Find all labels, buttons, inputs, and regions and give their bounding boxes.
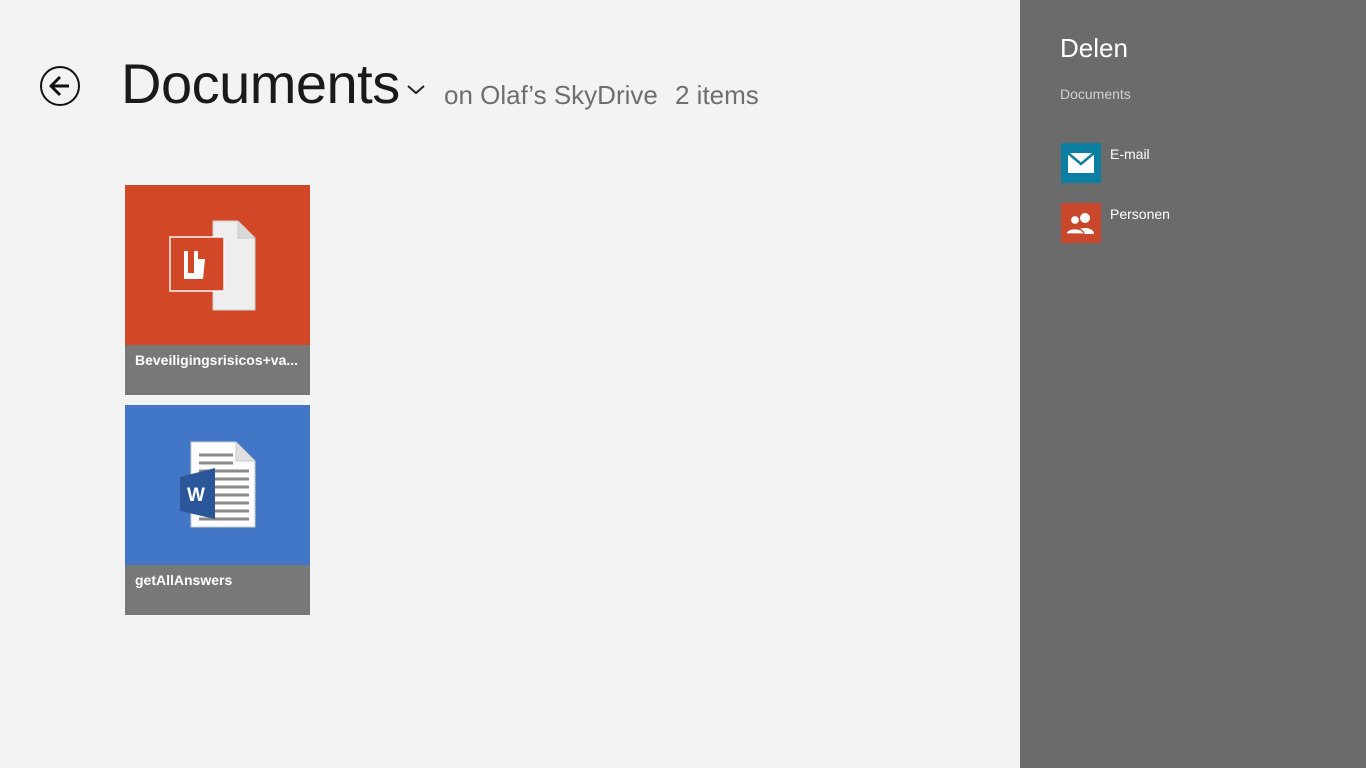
share-people-label: Personen	[1110, 206, 1170, 222]
tile-caption: Beveiligingsrisicos+va...	[125, 345, 310, 395]
word-file-icon: W	[180, 441, 256, 528]
file-tile[interactable]: Beveiligingsrisicos+va...	[125, 185, 310, 395]
location-label: on Olaf’s SkyDrive	[444, 80, 658, 110]
file-name: Beveiligingsrisicos+va...	[135, 352, 299, 368]
file-tile[interactable]: W getAllAnswers	[125, 405, 310, 615]
share-email-button[interactable]: E-mail	[1060, 143, 1340, 185]
chevron-down-icon	[407, 85, 425, 95]
main-area: Documents on Olaf’s SkyDrive 2 items Bev…	[0, 0, 1020, 768]
file-name: getAllAnswers	[135, 572, 233, 588]
back-arrow-icon	[49, 75, 69, 97]
tile-thumbnail: W	[125, 405, 310, 565]
share-people-button[interactable]: Personen	[1060, 203, 1340, 245]
share-pane-subtitle: Documents	[1060, 86, 1131, 102]
item-count: 2 items	[675, 80, 759, 110]
share-pane-title: Delen	[1060, 33, 1128, 63]
share-pane: Delen Documents E-mail Personen	[1020, 0, 1366, 768]
svg-text:W: W	[187, 485, 205, 506]
mail-icon	[1061, 143, 1101, 183]
pdf-file-icon	[169, 220, 256, 311]
page-title: Documents	[121, 52, 400, 115]
tile-caption: getAllAnswers	[125, 565, 310, 615]
title-dropdown[interactable]	[404, 78, 428, 102]
back-button[interactable]	[40, 66, 80, 106]
tile-thumbnail	[125, 185, 310, 345]
people-icon	[1061, 203, 1101, 243]
share-email-label: E-mail	[1110, 146, 1150, 162]
